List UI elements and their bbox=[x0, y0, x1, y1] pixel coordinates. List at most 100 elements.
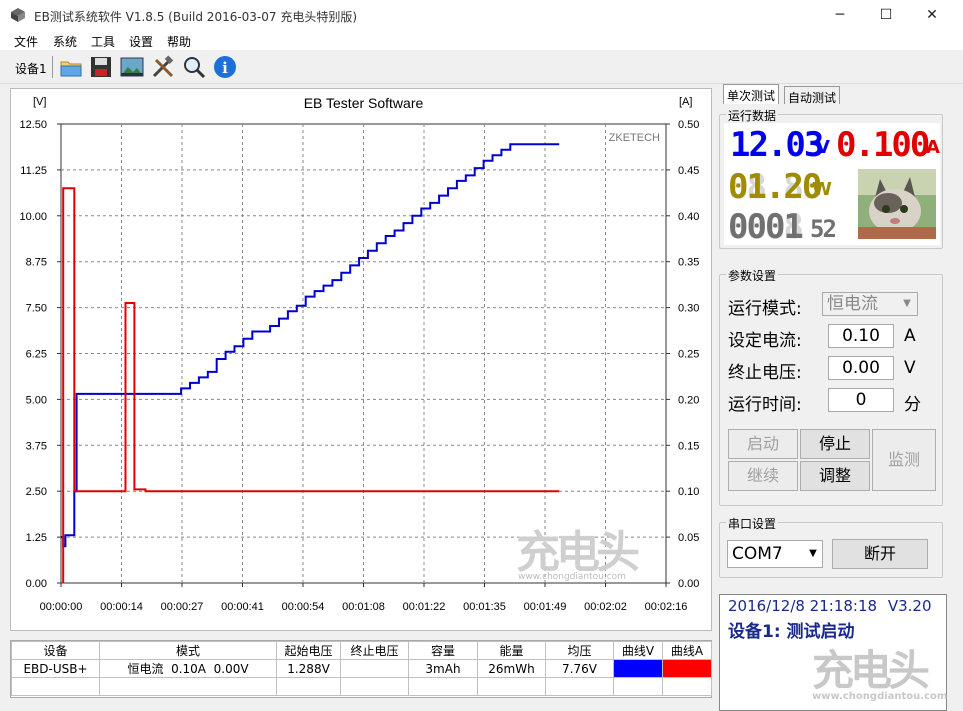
col-avg-voltage: 均压 bbox=[545, 641, 614, 660]
cat-photo bbox=[858, 169, 936, 239]
col-device: 设备 bbox=[11, 641, 100, 660]
y-tick-left: 10.00 bbox=[19, 211, 47, 223]
col-curve-a: 曲线A bbox=[662, 641, 712, 660]
x-tick-label: 00:01:49 bbox=[524, 601, 567, 613]
y-tick-right: 0.30 bbox=[678, 303, 699, 315]
power-unit: W bbox=[812, 179, 832, 200]
x-tick-label: 00:00:54 bbox=[282, 601, 325, 613]
table-row[interactable]: EBD-USB+ 恒电流 0.10A 0.00V 1.288V 3mAh 26m… bbox=[11, 659, 712, 678]
voltage-unit: V bbox=[816, 137, 830, 158]
mode-label: 运行模式: bbox=[728, 299, 802, 319]
menu-tools[interactable]: 工具 bbox=[91, 33, 115, 50]
chart-title: EB Tester Software bbox=[304, 95, 424, 111]
tab-single-test[interactable]: 单次测试 bbox=[723, 84, 780, 104]
search-icon[interactable] bbox=[181, 54, 207, 80]
menu-file[interactable]: 文件 bbox=[14, 33, 38, 50]
y-tick-left: 6.25 bbox=[26, 349, 47, 361]
col-curve-v: 曲线V bbox=[613, 641, 663, 660]
chart-panel: 12.50 0.50 11.25 0.45 10.00 0.40 8.75 0.35 7.50 0… bbox=[10, 88, 712, 631]
results-table-frame: 设备 模式 起始电压 终止电压 容量 能量 均压 曲线V 曲线A EBD-USB… bbox=[10, 640, 712, 698]
y-tick-right: 0.50 bbox=[678, 119, 699, 131]
cell-energy: 26mWh bbox=[477, 659, 546, 678]
cell-device: EBD-USB+ bbox=[11, 659, 100, 678]
run-time-label: 运行时间: bbox=[728, 395, 802, 415]
chevron-down-icon[interactable]: ▼ bbox=[899, 295, 915, 313]
svg-text:i: i bbox=[222, 59, 228, 77]
status-datetime: 2016/12/8 21:18:18 bbox=[728, 597, 878, 615]
app-icon bbox=[11, 8, 25, 22]
y-tick-left: 11.25 bbox=[20, 165, 47, 177]
menu-help[interactable]: 帮助 bbox=[167, 33, 191, 50]
params-group: 参数设置 运行模式: 恒电流 ▼ 设定电流: 0.10 A 终止电压: 0.00… bbox=[719, 267, 943, 506]
params-title: 参数设置 bbox=[726, 267, 779, 284]
serial-group: 串口设置 COM7 ▼ 断开 bbox=[719, 515, 943, 578]
menu-settings[interactable]: 设置 bbox=[129, 33, 153, 50]
cell-start-voltage: 1.288V bbox=[276, 659, 341, 678]
current-setting-input[interactable]: 0.10 bbox=[828, 324, 894, 348]
cutoff-voltage-input[interactable]: 0.00 bbox=[828, 356, 894, 380]
tools-icon[interactable] bbox=[150, 54, 176, 80]
right-axis-unit: [A] bbox=[679, 96, 692, 108]
y-tick-right: 0.25 bbox=[678, 349, 699, 361]
current-setting-unit: A bbox=[904, 326, 916, 346]
y-tick-left: 7.50 bbox=[26, 303, 47, 315]
chevron-down-icon[interactable]: ▼ bbox=[806, 545, 820, 563]
x-tick-label: 00:01:35 bbox=[463, 601, 506, 613]
cutoff-voltage-unit: V bbox=[904, 358, 916, 378]
status-datetime-line: 2016/12/8 21:18:18 V3.20 bbox=[728, 597, 932, 615]
close-button[interactable]: ✕ bbox=[909, 0, 955, 30]
zketech-watermark: ZKETECH bbox=[609, 132, 660, 144]
disconnect-button[interactable]: 断开 bbox=[832, 539, 928, 569]
y-tick-left: 2.50 bbox=[26, 486, 47, 498]
image-icon[interactable] bbox=[119, 54, 145, 80]
y-tick-right: 0.00 bbox=[678, 578, 699, 590]
col-start-voltage: 起始电压 bbox=[276, 641, 341, 660]
x-tick-label: 00:02:16 bbox=[645, 601, 688, 613]
com-port-select[interactable]: COM7 ▼ bbox=[727, 540, 823, 568]
y-tick-right: 0.20 bbox=[678, 394, 699, 406]
menu-bar: 文件 系统 工具 设置 帮助 bbox=[0, 30, 963, 50]
y-tick-right: 0.15 bbox=[678, 440, 699, 452]
run-time-input[interactable]: 0 bbox=[828, 388, 894, 412]
status-version: V3.20 bbox=[887, 597, 932, 615]
com-port-value: COM7 bbox=[732, 544, 783, 564]
monitor-button[interactable]: 监测 bbox=[872, 429, 936, 491]
tab-auto-test[interactable]: 自动测试 bbox=[784, 86, 841, 105]
results-table: 设备 模式 起始电压 终止电压 容量 能量 均压 曲线V 曲线A EBD-USB… bbox=[11, 641, 712, 696]
time-seconds: 52 bbox=[810, 215, 837, 243]
menu-system[interactable]: 系统 bbox=[53, 33, 77, 50]
curve-a-color-swatch[interactable] bbox=[662, 659, 712, 678]
device-selector[interactable]: 设备1 bbox=[15, 60, 47, 77]
minimize-button[interactable]: ─ bbox=[817, 0, 863, 30]
brand-watermark-chart: 充电头 bbox=[516, 527, 639, 578]
run-data-title: 运行数据 bbox=[726, 107, 779, 124]
maximize-button[interactable]: ☐ bbox=[863, 0, 909, 30]
start-button[interactable]: 启动 bbox=[728, 429, 798, 459]
mode-select[interactable]: 恒电流 ▼ bbox=[822, 292, 918, 316]
adjust-button[interactable]: 调整 bbox=[800, 461, 870, 491]
title-bar: EB测试系统软件 V1.8.5 (Build 2016-03-07 充电头特别版… bbox=[0, 0, 963, 30]
x-tick-label: 00:02:02 bbox=[584, 601, 627, 613]
continue-button[interactable]: 继续 bbox=[728, 461, 798, 491]
curve-v-color-swatch[interactable] bbox=[613, 659, 663, 678]
run-time-unit: 分 bbox=[904, 395, 921, 415]
cell-avg-voltage: 7.76V bbox=[545, 659, 614, 678]
y-tick-left: 0.00 bbox=[26, 578, 47, 590]
x-tick-label: 00:00:41 bbox=[221, 601, 264, 613]
info-icon[interactable]: i bbox=[212, 54, 238, 80]
col-energy: 能量 bbox=[477, 641, 546, 660]
stop-button[interactable]: 停止 bbox=[800, 429, 870, 459]
y-tick-right: 0.10 bbox=[678, 486, 699, 498]
y-tick-left: 1.25 bbox=[26, 532, 47, 544]
time-readout: 0001 bbox=[728, 207, 804, 247]
x-tick-label: 00:00:14 bbox=[100, 601, 143, 613]
save-icon[interactable] bbox=[88, 54, 114, 80]
open-folder-icon[interactable] bbox=[58, 54, 84, 80]
y-tick-left: 12.50 bbox=[19, 119, 47, 131]
toolbar: 设备1 i bbox=[0, 50, 963, 84]
brand-watermark-right: 充电头 bbox=[812, 646, 930, 695]
col-capacity: 容量 bbox=[408, 641, 478, 660]
y-tick-right: 0.45 bbox=[678, 165, 699, 177]
voltage-readout: 12.03 bbox=[730, 125, 824, 165]
y-tick-left: 5.00 bbox=[26, 394, 47, 406]
